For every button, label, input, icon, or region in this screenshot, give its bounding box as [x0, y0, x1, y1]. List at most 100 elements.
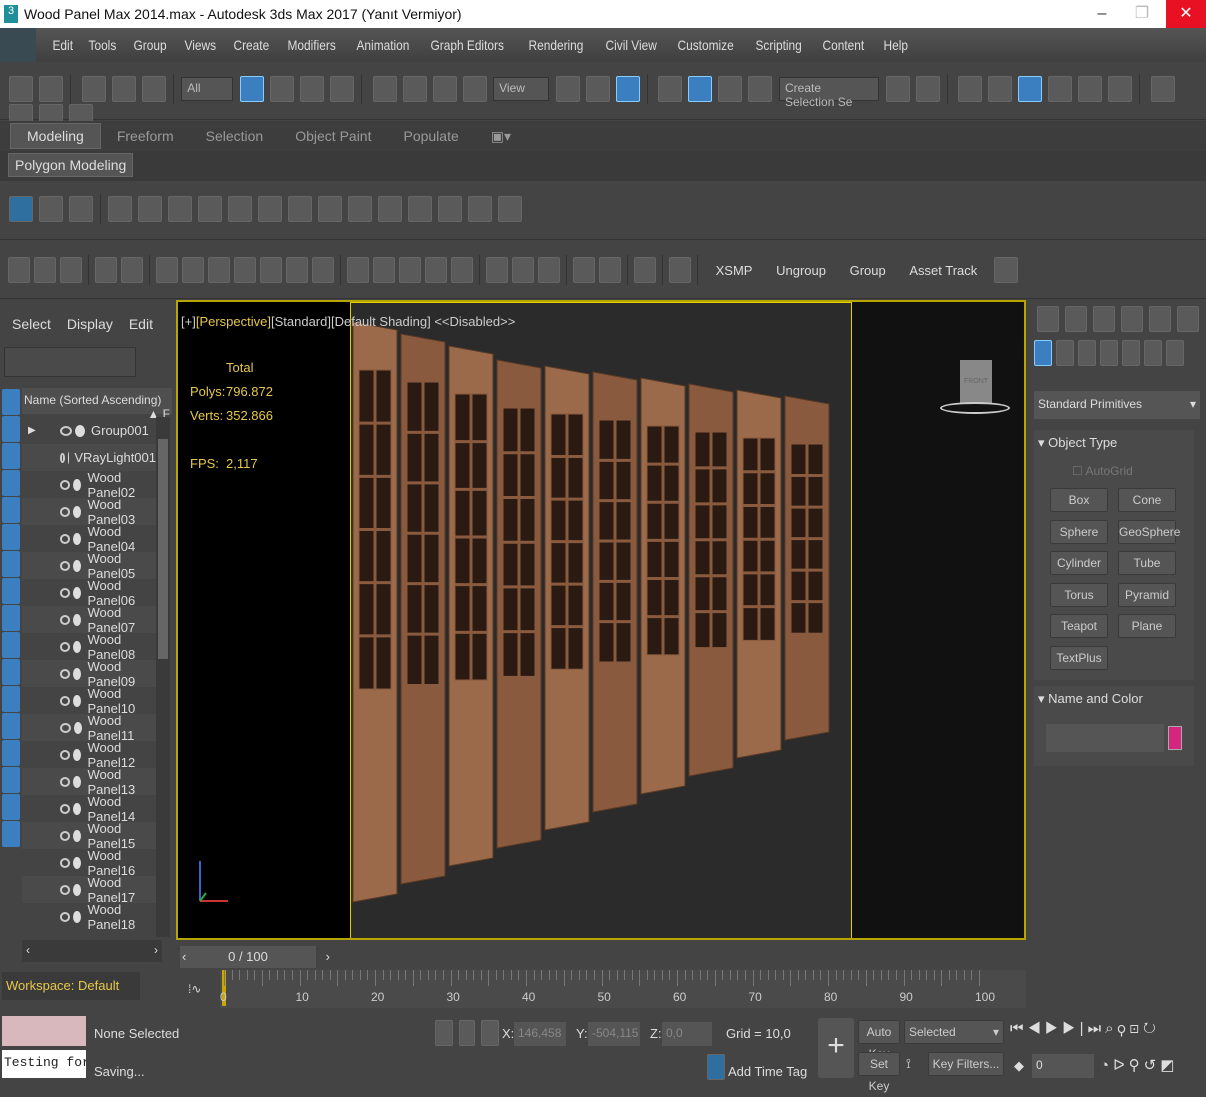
- unlink-icon[interactable]: [111, 76, 136, 102]
- visibility-eye-icon[interactable]: [60, 776, 71, 787]
- autogrid-checkbox[interactable]: ☐ AutoGrid: [1072, 464, 1133, 478]
- maximize-button[interactable]: ❐: [1122, 0, 1162, 28]
- selection-lock-icon[interactable]: [459, 1020, 475, 1046]
- spacewarps-icon[interactable]: [1144, 340, 1162, 366]
- knife-icon[interactable]: [468, 196, 492, 222]
- hierarchy-tab-icon[interactable]: [1093, 306, 1115, 332]
- ribbon-options-icon[interactable]: ▣▾: [475, 124, 527, 149]
- move-icon[interactable]: [348, 196, 372, 222]
- expand-arrow-icon[interactable]: ▶: [28, 425, 36, 436]
- group-button[interactable]: Group: [840, 263, 896, 278]
- motion-tab-icon[interactable]: [1121, 306, 1143, 332]
- render-setup-icon[interactable]: [1150, 76, 1175, 102]
- percent-snap-icon[interactable]: [718, 76, 743, 102]
- mini-curve-editor-icon[interactable]: ⁞∿: [188, 982, 201, 996]
- ungroup-button[interactable]: Ungroup: [766, 263, 836, 278]
- visibility-eye-icon[interactable]: [60, 614, 71, 625]
- explorer-filter-icon[interactable]: [2, 605, 20, 631]
- primitive-cone-button[interactable]: Cone: [1118, 488, 1176, 512]
- list-item[interactable]: VRayLight001: [22, 444, 156, 471]
- ribbon-tab-object-paint[interactable]: Object Paint: [279, 124, 387, 148]
- primitive-tube-button[interactable]: Tube: [1118, 551, 1176, 575]
- track-bar[interactable]: 0 10 20 30 40 50 60 70 80 90 100: [220, 970, 1026, 1008]
- ribbon-tab-selection[interactable]: Selection: [190, 124, 280, 148]
- menu-graph-editors[interactable]: Graph Editors: [422, 37, 512, 53]
- help-icon[interactable]: [599, 257, 621, 283]
- explorer-horizontal-scrollbar[interactable]: ‹ ›: [22, 940, 162, 962]
- basket-icon[interactable]: [234, 257, 256, 283]
- list-item[interactable]: Wood Panel08: [22, 632, 156, 662]
- menu-create[interactable]: Create: [225, 37, 278, 53]
- explorer-filter-icon[interactable]: [2, 551, 20, 577]
- key-mode-dropdown[interactable]: Selected ▾: [904, 1020, 1004, 1044]
- explorer-tab-select[interactable]: Select: [12, 316, 51, 332]
- orbit-subobject-icon[interactable]: ↺: [1144, 1057, 1161, 1074]
- pin-icon[interactable]: [993, 257, 1018, 283]
- window-crossing-icon[interactable]: [329, 76, 354, 102]
- ellipse-icon[interactable]: [312, 257, 334, 283]
- capsule-icon[interactable]: [373, 257, 395, 283]
- curve-editor-icon[interactable]: [1048, 76, 1073, 102]
- systems-icon[interactable]: [1166, 340, 1184, 366]
- mirror-icon[interactable]: [885, 76, 910, 102]
- maxscript-input[interactable]: Testing for i: [2, 1050, 86, 1078]
- item-name[interactable]: VRayLight001: [74, 450, 156, 465]
- visibility-eye-icon[interactable]: [60, 803, 71, 814]
- visibility-eye-icon[interactable]: [60, 641, 71, 652]
- maximize-viewport-icon[interactable]: ◩: [1160, 1057, 1178, 1074]
- asset-track-button[interactable]: Asset Track: [899, 263, 987, 278]
- modify-tab-icon[interactable]: [1065, 306, 1087, 332]
- ball-icon[interactable]: [486, 257, 508, 283]
- name-color-header[interactable]: ▾ Name and Color: [1034, 686, 1194, 712]
- frame-icon[interactable]: [634, 257, 656, 283]
- zoom-icon[interactable]: ⌕: [1105, 1020, 1117, 1037]
- x-coordinate-input[interactable]: 146,458: [514, 1022, 566, 1046]
- keyboard-shortcut-icon[interactable]: [615, 76, 640, 102]
- primitive-plane-button[interactable]: Plane: [1118, 614, 1176, 638]
- list-item[interactable]: Wood Panel03: [22, 497, 156, 527]
- maxscript-listener-output[interactable]: [2, 1016, 86, 1046]
- list-item[interactable]: Wood Panel16: [22, 848, 156, 878]
- go-to-end-icon[interactable]: ⏭: [1088, 1020, 1106, 1037]
- current-frame-input[interactable]: 0: [1032, 1054, 1094, 1078]
- ribbon-tab-freeform[interactable]: Freeform: [101, 124, 190, 148]
- viewport-label[interactable]: [+][Perspective][Standard][Default Shadi…: [181, 314, 515, 329]
- primitive-cylinder-button[interactable]: Cylinder: [1050, 551, 1108, 575]
- visibility-eye-icon[interactable]: [60, 668, 71, 679]
- item-name[interactable]: Wood Panel11: [88, 713, 156, 743]
- render-image-icon[interactable]: [108, 196, 132, 222]
- cone-icon[interactable]: [260, 257, 282, 283]
- polygon-modeling-panel[interactable]: Polygon Modeling: [8, 153, 134, 177]
- move-icon[interactable]: [372, 76, 397, 102]
- list-item[interactable]: Wood Panel05: [22, 551, 156, 581]
- item-name[interactable]: Wood Panel06: [87, 578, 156, 608]
- rotate-icon[interactable]: [402, 76, 427, 102]
- zoom-extents-icon[interactable]: ⊡: [1130, 1020, 1144, 1037]
- menu-tools[interactable]: Tools: [80, 37, 125, 53]
- workspace-dropdown[interactable]: Workspace: Default: [2, 972, 140, 1000]
- snowflake-icon[interactable]: [425, 257, 447, 283]
- item-name[interactable]: Wood Panel02: [87, 470, 156, 500]
- paint-icon[interactable]: [318, 196, 342, 222]
- shape-icon[interactable]: [34, 257, 56, 283]
- scene-explorer-icon[interactable]: [958, 76, 983, 102]
- doc-icon[interactable]: [573, 257, 595, 283]
- item-name[interactable]: Wood Panel13: [87, 767, 156, 797]
- list-item[interactable]: Wood Panel04: [22, 524, 156, 554]
- geometry-icon[interactable]: [1034, 340, 1052, 366]
- explorer-filter-icon[interactable]: [2, 686, 20, 712]
- render-icon[interactable]: [538, 257, 560, 283]
- box-icon[interactable]: [168, 196, 192, 222]
- viewport-standard[interactable]: [Standard]: [271, 314, 331, 329]
- auto-key-button[interactable]: Auto Key: [858, 1020, 900, 1061]
- go-to-start-icon[interactable]: ⏮: [1010, 1020, 1028, 1037]
- snap-icon[interactable]: [658, 76, 683, 102]
- scale-icon[interactable]: [432, 76, 457, 102]
- xsmp-button[interactable]: XSMP: [706, 263, 763, 278]
- primitive-geosphere-button[interactable]: GeoSphere: [1118, 519, 1180, 544]
- layer-explorer-icon[interactable]: [988, 76, 1013, 102]
- tools-icon[interactable]: [39, 196, 63, 222]
- list-item[interactable]: Wood Panel10: [22, 686, 156, 716]
- menu-group[interactable]: Group: [125, 37, 175, 53]
- viewport-disabled[interactable]: <<Disabled>>: [434, 314, 515, 329]
